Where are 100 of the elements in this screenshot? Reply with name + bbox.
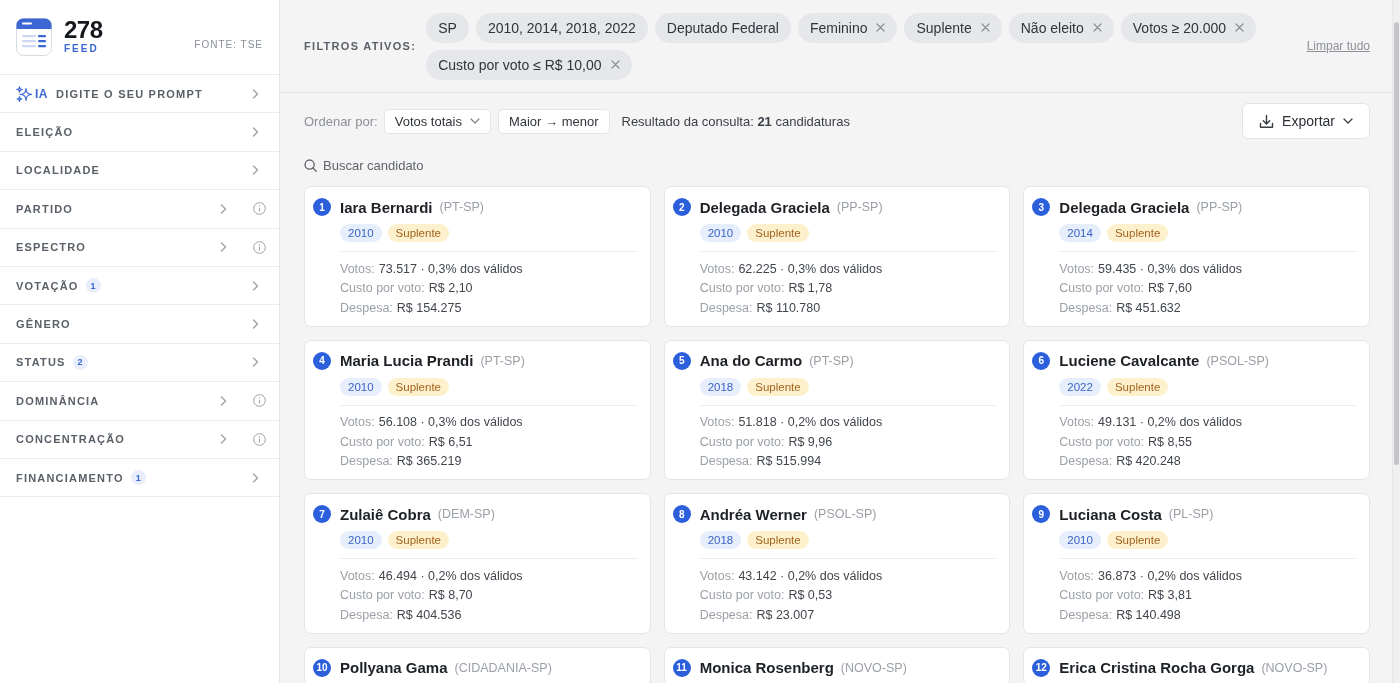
candidate-card[interactable]: 12 Erica Cristina Rocha Gorga (NOVO-SP) <box>1023 646 1370 683</box>
year-tag: 2010 <box>340 224 382 242</box>
sparkle-icon <box>16 85 32 102</box>
logo-number: 278 <box>64 18 103 42</box>
party-label: (CIDADANIA-SP) <box>454 660 552 675</box>
candidate-card[interactable]: 11 Monica Rosenberg (NOVO-SP) <box>663 646 1011 683</box>
stat-value: R$ 451.632 <box>1116 300 1181 315</box>
status-tag: Suplente <box>1106 377 1169 396</box>
chevron-right-icon <box>252 319 259 330</box>
candidate-name: Andréa Werner <box>699 505 807 523</box>
filter-chip[interactable]: SP <box>426 12 469 43</box>
rank-badge: 2 <box>672 198 691 216</box>
stat-label: Votos: <box>1059 261 1095 276</box>
candidate-card[interactable]: 6 Luciene Cavalcante (PSOL-SP) 2022 Suplente Votos: 49.131 · 0,2% dos válidos Custo por voto: R$ 8,55 Despesa: R$ 420.248 <box>1023 339 1370 480</box>
stat-value: R$ 420.248 <box>1116 454 1181 469</box>
search-icon <box>304 159 317 172</box>
stat-label: Custo por voto: <box>1059 588 1145 603</box>
filter-chip[interactable]: Feminino <box>797 12 898 43</box>
candidate-card[interactable]: 2 Delegada Graciela (PP-SP) 2010 Suplente Votos: 62.225 · 0,3% dos válidos Custo por voto: R$ 1,78 Despesa: R$ 110.780 <box>663 186 1011 327</box>
stat-value: R$ 140.498 <box>1116 607 1181 622</box>
candidate-name: Iara Bernardi <box>340 198 433 216</box>
candidate-name: Zulaiê Cobra <box>340 505 431 523</box>
year-tag: 2010 <box>340 377 382 396</box>
stat-value: R$ 8,70 <box>428 588 473 603</box>
close-icon[interactable] <box>1235 23 1245 32</box>
filter-chip[interactable]: Custo por voto ≤ R$ 10,00 <box>426 49 632 80</box>
year-tag: 2018 <box>699 531 742 549</box>
candidate-card[interactable]: 5 Ana do Carmo (PT-SP) 2018 Suplente Votos: 51.818 · 0,2% dos válidos Custo por voto: R$ 9,96 Despesa: R$ 515.994 <box>663 339 1011 480</box>
close-icon[interactable] <box>980 23 990 32</box>
stat-label: Votos: <box>699 568 735 583</box>
stat-value: R$ 0,53 <box>788 588 833 603</box>
export-button[interactable]: Exportar <box>1242 103 1370 139</box>
stat-value: R$ 1,78 <box>788 281 833 296</box>
stat-value: 43.142 · 0,2% dos válidos <box>738 568 883 583</box>
stat-label: Custo por voto: <box>699 588 785 603</box>
scrollbar-thumb[interactable] <box>1394 22 1399 465</box>
filter-chip[interactable]: Votos ≥ 20.000 <box>1120 12 1257 43</box>
stat-label: Despesa: <box>1059 607 1113 622</box>
rank-badge: 5 <box>672 351 691 370</box>
stat-value: 59.435 · 0,3% dos válidos <box>1098 261 1242 276</box>
logo-subtitle: FEED <box>64 43 100 55</box>
party-label: (NOVO-SP) <box>1261 660 1328 675</box>
info-icon[interactable] <box>253 240 266 254</box>
party-label: (PP-SP) <box>836 200 883 214</box>
stat-value: R$ 9,96 <box>788 434 833 449</box>
stat-label: Votos: <box>340 261 375 276</box>
info-icon[interactable] <box>253 394 266 408</box>
stat-label: Despesa: <box>699 454 753 469</box>
filter-chip[interactable]: Deputado Federal <box>654 12 791 43</box>
year-tag: 2014 <box>1059 224 1101 242</box>
filter-chip[interactable]: 2010, 2014, 2018, 2022 <box>475 12 648 43</box>
stat-value: R$ 23.007 <box>756 607 815 622</box>
count-badge: 1 <box>85 278 101 294</box>
chevron-right-icon <box>252 472 259 483</box>
party-label: (PT-SP) <box>480 353 525 368</box>
candidate-card[interactable]: 4 Maria Lucia Prandi (PT-SP) 2010 Suplente Votos: 56.108 · 0,3% dos válidos Custo por voto: R$ 6,51 Despesa: R$ 365.219 <box>304 339 651 480</box>
candidate-name: Erica Cristina Rocha Gorga <box>1059 659 1255 676</box>
candidate-card[interactable]: 10 Pollyana Gama (CIDADANIA-SP) <box>304 646 651 683</box>
filters-label: FILTROS ATIVOS: <box>304 40 417 52</box>
close-icon[interactable] <box>1092 23 1102 32</box>
stat-label: Despesa: <box>340 300 393 315</box>
sort-select[interactable]: Votos totais <box>383 108 491 134</box>
rank-badge: 3 <box>1032 198 1051 216</box>
filter-chip[interactable]: Suplente <box>904 12 1002 43</box>
info-icon[interactable] <box>253 432 266 446</box>
result-summary: Resultado da consulta: 21 candidaturas <box>621 113 850 129</box>
party-label: (PP-SP) <box>1196 200 1243 214</box>
ai-tag: IA <box>35 86 48 101</box>
candidate-card[interactable]: 9 Luciana Costa (PL-SP) 2010 Suplente Votos: 36.873 · 0,2% dos válidos Custo por voto: R$ 3,81 Despesa: R$ 140.498 <box>1023 493 1370 634</box>
stat-label: Despesa: <box>699 607 753 622</box>
status-tag: Suplente <box>387 377 449 396</box>
chevron-right-icon <box>220 203 227 214</box>
close-icon[interactable] <box>876 23 886 32</box>
close-icon[interactable] <box>610 60 620 69</box>
rank-badge: 1 <box>313 198 331 216</box>
stat-label: Custo por voto: <box>1059 434 1145 449</box>
stat-label: Custo por voto: <box>340 281 425 296</box>
filter-chip[interactable]: Não eleito <box>1008 12 1114 43</box>
stat-value: R$ 3,81 <box>1148 588 1192 603</box>
candidate-card[interactable]: 8 Andréa Werner (PSOL-SP) 2018 Suplente Votos: 43.142 · 0,2% dos válidos Custo por voto: R$ 0,53 Despesa: R$ 23.007 <box>663 493 1011 634</box>
candidate-card[interactable]: 7 Zulaiê Cobra (DEM-SP) 2010 Suplente Votos: 46.494 · 0,2% dos válidos Custo por voto: R$ 8,70 Despesa: R$ 404.536 <box>304 493 651 634</box>
stat-label: Votos: <box>699 415 735 430</box>
stat-value: R$ 515.994 <box>756 454 822 469</box>
candidate-card[interactable]: 3 Delegada Graciela (PP-SP) 2014 Suplente Votos: 59.435 · 0,3% dos válidos Custo por voto: R$ 7,60 Despesa: R$ 451.632 <box>1023 186 1370 327</box>
stat-value: 36.873 · 0,2% dos válidos <box>1098 568 1242 583</box>
stat-label: Votos: <box>340 415 375 430</box>
chevron-right-icon <box>252 357 259 368</box>
info-icon[interactable] <box>253 202 266 216</box>
sort-order-button[interactable]: Maior → menor <box>497 108 610 134</box>
party-label: (PSOL-SP) <box>1206 353 1269 368</box>
candidate-name: Monica Rosenberg <box>699 659 834 676</box>
source-label: FONTE: TSE <box>194 39 263 50</box>
chevron-right-icon <box>252 165 259 176</box>
search-field[interactable]: Buscar candidato <box>323 158 523 173</box>
stat-label: Custo por voto: <box>699 434 785 449</box>
rank-badge: 4 <box>313 351 331 370</box>
stat-label: Despesa: <box>1059 300 1113 315</box>
candidate-name: Delegada Graciela <box>699 198 830 216</box>
chevron-right-icon <box>252 127 259 138</box>
candidate-card[interactable]: 1 Iara Bernardi (PT-SP) 2010 Suplente Votos: 73.517 · 0,3% dos válidos Custo por voto: R$ 2,10 Despesa: R$ 154.275 <box>304 186 651 327</box>
